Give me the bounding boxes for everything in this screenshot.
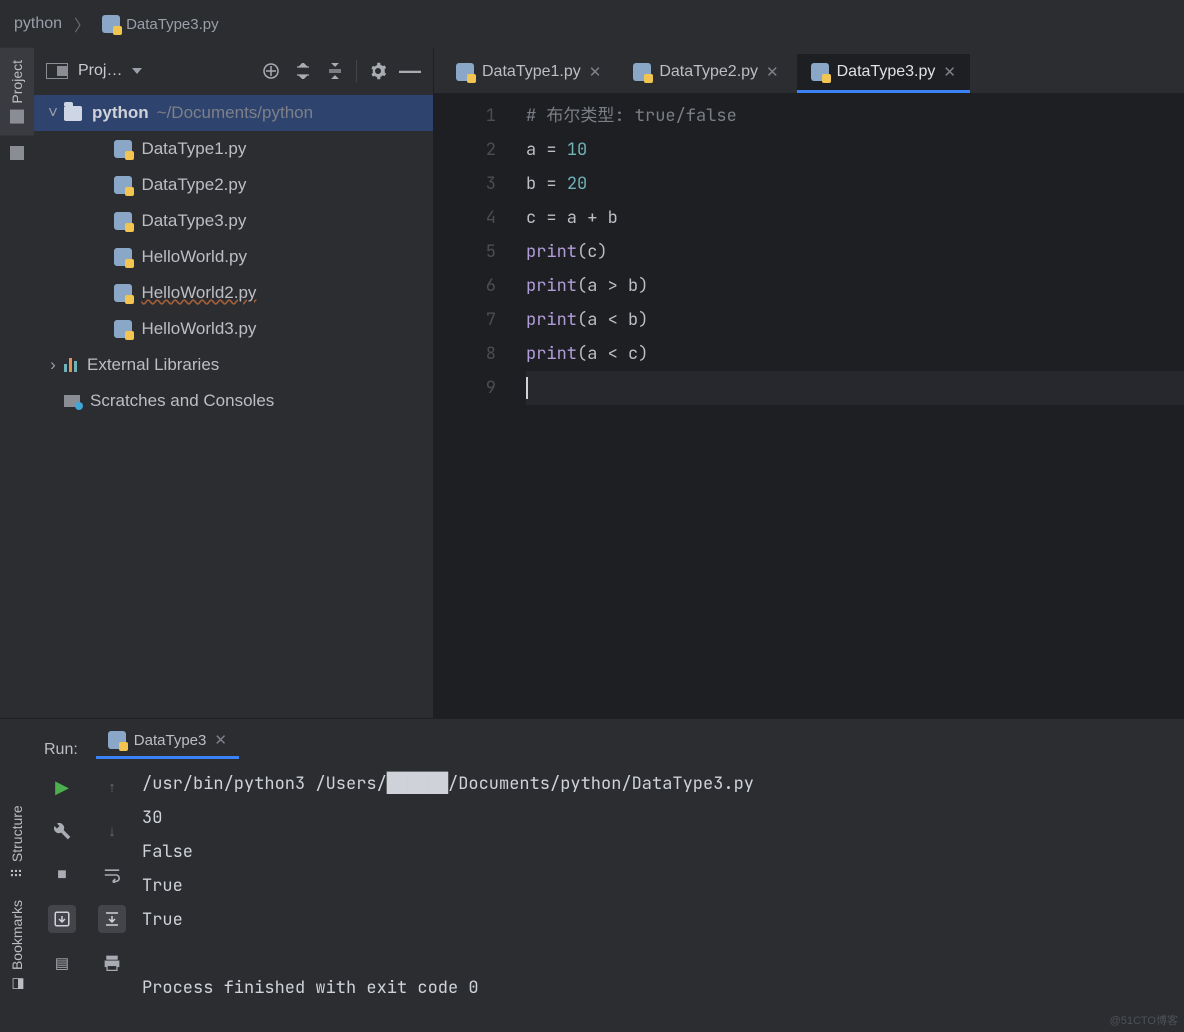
stop-button[interactable]: ■ — [48, 861, 76, 889]
structure-icon: ⠿ — [9, 868, 25, 878]
folder-icon — [64, 106, 82, 121]
project-tree[interactable]: ˅ python ~/Documents/python DataType1.py… — [34, 93, 433, 718]
print-button[interactable] — [98, 949, 126, 977]
bookmark-icon: ◧ — [9, 976, 25, 992]
up-arrow-button[interactable]: ↑ — [98, 773, 126, 801]
python-file-icon — [114, 284, 132, 302]
scroll-to-end-button[interactable] — [98, 905, 126, 933]
tree-file-label: HelloWorld3.py — [141, 319, 256, 339]
run-toolbar: ▶ ■ ▤ — [34, 759, 90, 1032]
soft-wrap-button[interactable] — [98, 861, 126, 889]
breadcrumb-separator: 〉 — [74, 12, 90, 36]
python-file-icon — [114, 248, 132, 266]
tree-file[interactable]: HelloWorld3.py — [34, 311, 433, 347]
tab-label: DataType2.py — [659, 63, 758, 81]
tree-file-label: DataType2.py — [141, 175, 246, 195]
tree-file-label: HelloWorld.py — [141, 247, 247, 267]
python-file-icon — [456, 63, 474, 81]
python-file-icon — [114, 176, 132, 194]
breadcrumb: python 〉 DataType3.py — [0, 0, 1184, 48]
libraries-icon — [64, 358, 77, 372]
chevron-down-icon[interactable]: ˅ — [46, 103, 60, 123]
project-pane-header: Proj… — — [34, 48, 433, 93]
tree-file-label: DataType1.py — [141, 139, 246, 159]
structure-tool-tab[interactable]: ⠿ Structure — [9, 805, 25, 878]
gutter: 123456789 — [434, 93, 526, 718]
dropdown-icon[interactable] — [132, 68, 142, 74]
tree-file[interactable]: HelloWorld.py — [34, 239, 433, 275]
wrench-button[interactable] — [48, 817, 76, 845]
tree-file[interactable]: DataType3.py — [34, 203, 433, 239]
project-view-icon — [46, 63, 68, 79]
python-file-icon — [108, 731, 126, 749]
scratches-icon — [64, 395, 80, 407]
python-file-icon — [102, 15, 120, 33]
down-arrow-button[interactable]: ↓ — [98, 817, 126, 845]
editor-tab[interactable]: DataType3.py ✕ — [797, 54, 970, 93]
exit-button[interactable] — [48, 905, 76, 933]
close-icon[interactable]: ✕ — [214, 731, 227, 749]
breadcrumb-root[interactable]: python — [14, 15, 62, 33]
console-output[interactable]: /usr/bin/python3 /Users/██████/Documents… — [134, 759, 1184, 1032]
folder-tool-tab[interactable] — [0, 136, 34, 170]
layout-button[interactable]: ▤ — [48, 949, 76, 977]
output-controls: ↑ ↓ — [90, 759, 134, 1032]
tree-root[interactable]: ˅ python ~/Documents/python — [34, 95, 433, 131]
python-file-icon — [114, 320, 132, 338]
expand-all-button[interactable] — [292, 60, 314, 82]
left-tool-tabs-bottom: ⠿ Structure ◧ Bookmarks — [0, 759, 34, 1032]
code-area[interactable]: 123456789 # 布尔类型: true/falsea = 10b = 20… — [434, 93, 1184, 718]
collapse-all-button[interactable] — [324, 60, 346, 82]
tree-file[interactable]: DataType1.py — [34, 131, 433, 167]
run-tool-window: Run: DataType3 ✕ ⠿ Structure ◧ Bookmarks… — [0, 718, 1184, 1032]
editor-tabs: DataType1.py ✕ DataType2.py ✕ DataType3.py ✕ — [434, 48, 1184, 93]
tree-external-libraries[interactable]: › External Libraries — [34, 347, 433, 383]
python-file-icon — [633, 63, 651, 81]
project-pane: Proj… — ˅ python ~/Documents/python Data… — [34, 48, 434, 718]
python-file-icon — [114, 140, 132, 158]
editor: DataType1.py✕DataType2.py✕DataType3.py✕ … — [434, 48, 1184, 718]
breadcrumb-file[interactable]: DataType3.py — [102, 15, 219, 33]
tree-scratches[interactable]: Scratches and Consoles — [34, 383, 433, 419]
close-icon[interactable]: ✕ — [589, 63, 602, 81]
run-label: Run: — [44, 741, 78, 759]
run-header: Run: DataType3 ✕ — [0, 719, 1184, 759]
code-lines[interactable]: # 布尔类型: true/falsea = 10b = 20c = a + bp… — [526, 93, 1184, 718]
editor-tab[interactable]: DataType2.py ✕ — [619, 54, 792, 93]
close-icon[interactable]: ✕ — [766, 63, 779, 81]
hide-button[interactable]: — — [399, 60, 421, 82]
project-tool-tab[interactable]: Project — [0, 48, 34, 136]
chevron-right-icon[interactable]: › — [46, 355, 60, 375]
run-config-tab[interactable]: DataType3 ✕ — [96, 725, 239, 759]
close-icon[interactable]: ✕ — [943, 63, 956, 81]
tab-label: DataType3.py — [837, 63, 936, 81]
settings-button[interactable] — [367, 60, 389, 82]
select-opened-file-button[interactable] — [260, 60, 282, 82]
watermark: @51CTO博客 — [1110, 1012, 1178, 1028]
project-icon — [10, 110, 24, 124]
tree-file[interactable]: DataType2.py — [34, 167, 433, 203]
tree-file-label: DataType3.py — [141, 211, 246, 231]
python-file-icon — [114, 212, 132, 230]
folder-icon — [10, 146, 24, 160]
python-file-icon — [811, 63, 829, 81]
bookmarks-tool-tab[interactable]: ◧ Bookmarks — [9, 900, 25, 992]
left-toolbar: Project — [0, 48, 34, 718]
editor-tab[interactable]: DataType1.py ✕ — [442, 54, 615, 93]
project-pane-title[interactable]: Proj… — [78, 62, 122, 80]
tree-file[interactable]: HelloWorld2.py — [34, 275, 433, 311]
rerun-button[interactable]: ▶ — [48, 773, 76, 801]
tree-file-label: HelloWorld2.py — [141, 283, 256, 303]
tab-label: DataType1.py — [482, 63, 581, 81]
